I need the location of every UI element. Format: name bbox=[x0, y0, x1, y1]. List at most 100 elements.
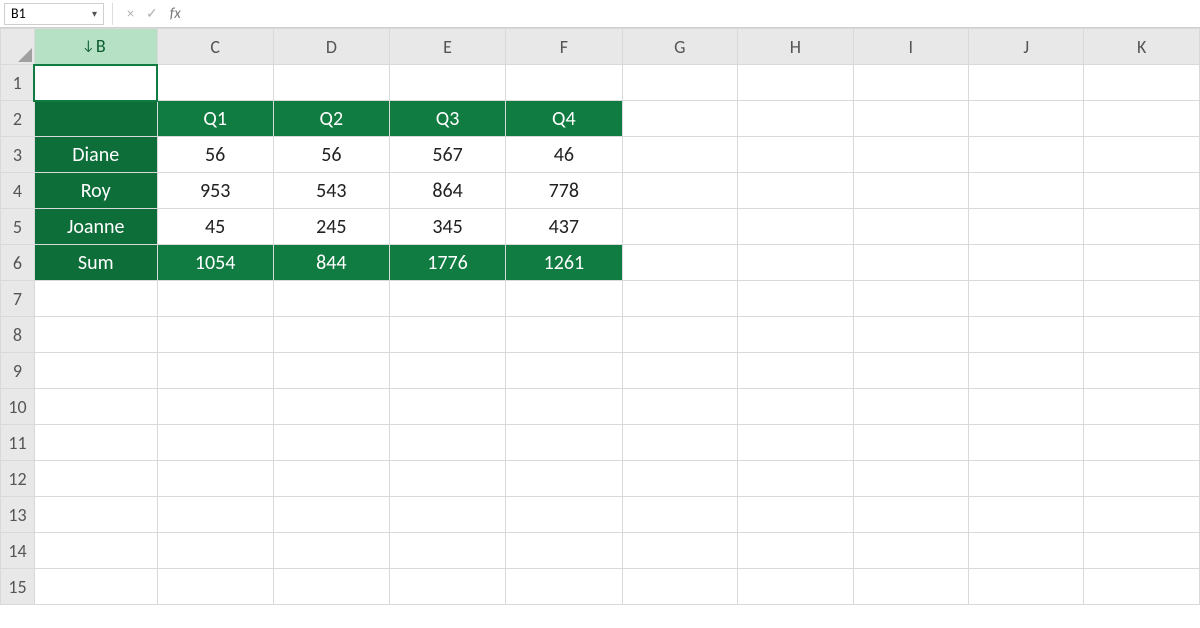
cell-B15[interactable] bbox=[34, 569, 157, 605]
select-all-corner[interactable] bbox=[1, 29, 35, 65]
cell-G4[interactable] bbox=[622, 173, 738, 209]
cell-D6[interactable]: 844 bbox=[273, 245, 389, 281]
row-header-6[interactable]: 6 bbox=[1, 245, 35, 281]
row-header-12[interactable]: 12 bbox=[1, 461, 35, 497]
cell-I6[interactable] bbox=[853, 245, 968, 281]
cell-F5[interactable]: 437 bbox=[506, 209, 622, 245]
cell-B8[interactable] bbox=[34, 317, 157, 353]
cell-H5[interactable] bbox=[738, 209, 854, 245]
cell-B3[interactable]: Diane bbox=[34, 137, 157, 173]
spreadsheet-grid[interactable]: B C D E F G H I J K 1 bbox=[0, 28, 1200, 605]
cell-B6[interactable]: Sum bbox=[34, 245, 157, 281]
cell-J1[interactable] bbox=[968, 65, 1083, 101]
row-header-2[interactable]: 2 bbox=[1, 101, 35, 137]
cell-H4[interactable] bbox=[738, 173, 854, 209]
cell-G5[interactable] bbox=[622, 209, 738, 245]
cell-K3[interactable] bbox=[1084, 137, 1200, 173]
col-header-K[interactable]: K bbox=[1084, 29, 1200, 65]
cell-D4[interactable]: 543 bbox=[273, 173, 389, 209]
cell-B7[interactable] bbox=[34, 281, 157, 317]
cell-F2[interactable]: Q4 bbox=[506, 101, 622, 137]
cell-H2[interactable] bbox=[738, 101, 854, 137]
cell-F3[interactable]: 46 bbox=[506, 137, 622, 173]
cell-K4[interactable] bbox=[1084, 173, 1200, 209]
cell-D3[interactable]: 56 bbox=[273, 137, 389, 173]
cell-C1[interactable] bbox=[157, 65, 273, 101]
row-header-1[interactable]: 1 bbox=[1, 65, 35, 101]
cell-E4[interactable]: 864 bbox=[389, 173, 505, 209]
cell-K2[interactable] bbox=[1084, 101, 1200, 137]
cell-H1[interactable] bbox=[738, 65, 854, 101]
row-header-8[interactable]: 8 bbox=[1, 317, 35, 353]
cell-B14[interactable] bbox=[34, 533, 157, 569]
cell-I1[interactable] bbox=[853, 65, 968, 101]
col-header-H[interactable]: H bbox=[738, 29, 854, 65]
cell-E6[interactable]: 1776 bbox=[389, 245, 505, 281]
col-header-I[interactable]: I bbox=[853, 29, 968, 65]
cell-F1[interactable] bbox=[506, 65, 622, 101]
cell-J6[interactable] bbox=[968, 245, 1083, 281]
cell-B11[interactable] bbox=[34, 425, 157, 461]
cell-K1[interactable] bbox=[1084, 65, 1200, 101]
cell-J3[interactable] bbox=[968, 137, 1083, 173]
cell-B2[interactable] bbox=[34, 101, 157, 137]
col-header-G[interactable]: G bbox=[622, 29, 738, 65]
row-header-5[interactable]: 5 bbox=[1, 209, 35, 245]
row-header-7[interactable]: 7 bbox=[1, 281, 35, 317]
name-box[interactable]: B1 ▾ bbox=[4, 3, 104, 25]
cell-C2[interactable]: Q1 bbox=[157, 101, 273, 137]
cell-C4[interactable]: 953 bbox=[157, 173, 273, 209]
col-header-F[interactable]: F bbox=[506, 29, 622, 65]
cell-B5[interactable]: Joanne bbox=[34, 209, 157, 245]
fx-label[interactable]: fx bbox=[164, 5, 187, 23]
cell-I4[interactable] bbox=[853, 173, 968, 209]
cell-G1[interactable] bbox=[622, 65, 738, 101]
cancel-icon[interactable]: × bbox=[121, 5, 140, 22]
cell-H3[interactable] bbox=[738, 137, 854, 173]
cell-B10[interactable] bbox=[34, 389, 157, 425]
cell-I5[interactable] bbox=[853, 209, 968, 245]
cell-J2[interactable] bbox=[968, 101, 1083, 137]
col-header-E[interactable]: E bbox=[389, 29, 505, 65]
cell-E2[interactable]: Q3 bbox=[389, 101, 505, 137]
col-header-C[interactable]: C bbox=[157, 29, 273, 65]
cell-E3[interactable]: 567 bbox=[389, 137, 505, 173]
cell-G3[interactable] bbox=[622, 137, 738, 173]
cell-K5[interactable] bbox=[1084, 209, 1200, 245]
row-header-9[interactable]: 9 bbox=[1, 353, 35, 389]
cell-I2[interactable] bbox=[853, 101, 968, 137]
cell-F4[interactable]: 778 bbox=[506, 173, 622, 209]
cell-J4[interactable] bbox=[968, 173, 1083, 209]
col-header-B[interactable]: B bbox=[34, 29, 157, 65]
cell-B13[interactable] bbox=[34, 497, 157, 533]
formula-input[interactable] bbox=[187, 3, 1200, 25]
row-header-13[interactable]: 13 bbox=[1, 497, 35, 533]
cell-F6[interactable]: 1261 bbox=[506, 245, 622, 281]
row-header-4[interactable]: 4 bbox=[1, 173, 35, 209]
cell-H6[interactable] bbox=[738, 245, 854, 281]
cell-G2[interactable] bbox=[622, 101, 738, 137]
chevron-down-icon[interactable]: ▾ bbox=[92, 7, 97, 20]
cell-B12[interactable] bbox=[34, 461, 157, 497]
col-header-J[interactable]: J bbox=[968, 29, 1083, 65]
cell-C6[interactable]: 1054 bbox=[157, 245, 273, 281]
row-header-11[interactable]: 11 bbox=[1, 425, 35, 461]
confirm-icon[interactable]: ✓ bbox=[140, 5, 164, 22]
cell-B9[interactable] bbox=[34, 353, 157, 389]
cell-C5[interactable]: 45 bbox=[157, 209, 273, 245]
cell-D2[interactable]: Q2 bbox=[273, 101, 389, 137]
cell-G6[interactable] bbox=[622, 245, 738, 281]
cell-D1[interactable] bbox=[273, 65, 389, 101]
cell-B1[interactable] bbox=[34, 65, 157, 101]
cell-K6[interactable] bbox=[1084, 245, 1200, 281]
cell-I3[interactable] bbox=[853, 137, 968, 173]
row-header-14[interactable]: 14 bbox=[1, 533, 35, 569]
col-header-D[interactable]: D bbox=[273, 29, 389, 65]
row-header-10[interactable]: 10 bbox=[1, 389, 35, 425]
cell-J5[interactable] bbox=[968, 209, 1083, 245]
cell-B4[interactable]: Roy bbox=[34, 173, 157, 209]
cell-D5[interactable]: 245 bbox=[273, 209, 389, 245]
cell-E5[interactable]: 345 bbox=[389, 209, 505, 245]
row-header-15[interactable]: 15 bbox=[1, 569, 35, 605]
cell-E1[interactable] bbox=[389, 65, 505, 101]
